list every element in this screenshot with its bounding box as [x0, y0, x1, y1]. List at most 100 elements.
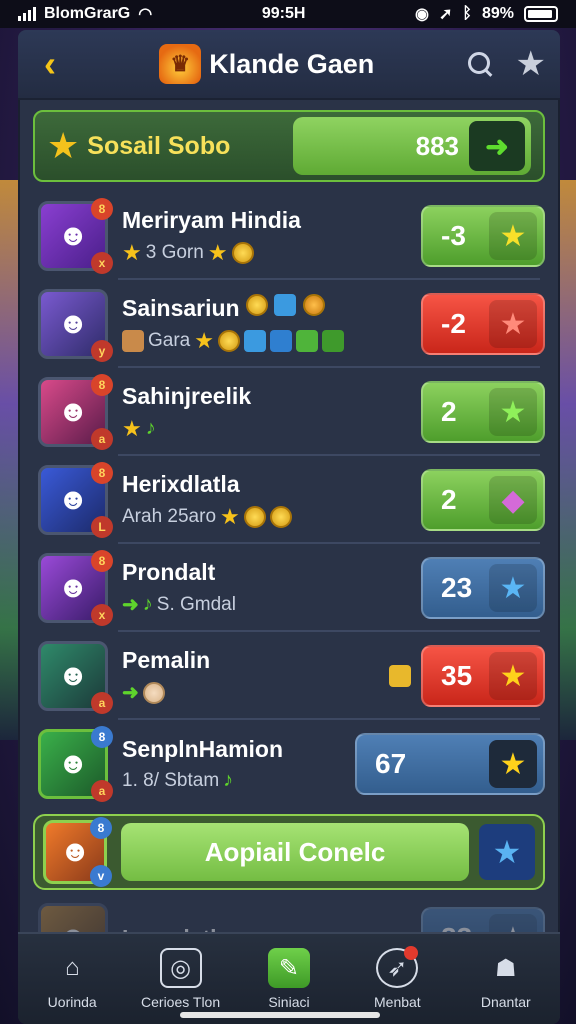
tab-profile[interactable]: ☗ Dnantar [456, 948, 556, 1011]
rank-badge-icon: 8 [91, 550, 113, 572]
leaf-icon: ♪ [142, 593, 153, 615]
player-row[interactable]: ☻ y Sainsariun Gara ★ -2 ★ [18, 280, 560, 368]
avatar: ☻ 8 a [38, 374, 113, 450]
player-row[interactable]: ☻ a Pemalin ➜ 35 ★ [18, 632, 560, 720]
alarm-icon: ◉ [414, 6, 429, 23]
star-icon: ★ [194, 328, 214, 353]
gold-bar-icon [389, 665, 411, 687]
player-subtitle: 1. 8/ Sbtam [122, 769, 220, 791]
tab-camera[interactable]: ◎ Cerioes Tlon [131, 948, 231, 1010]
avatar: ☻ 8 L [38, 462, 113, 538]
coin-icon [269, 505, 292, 528]
tab-bar: ⌂ Uorinda ◎ Cerioes Tlon ✎ Siniaci ➶ Men… [18, 932, 560, 1024]
star-icon[interactable]: ★ [479, 824, 535, 880]
score-box[interactable]: -2 ★ [421, 293, 545, 355]
player-row[interactable]: ☻ 8 x Meriryam Hindia ★ 3 Gorn ★ -3 ★ [18, 192, 560, 280]
blue-cube-icon [243, 330, 266, 352]
player-row[interactable]: ☻ 8 x Prondalt ➜ ♪ S. Gmdal 23 ★ [18, 544, 560, 632]
coin-icon [142, 681, 165, 704]
player-subtitle: Gara [148, 330, 191, 351]
page-title: Klande Gaen [209, 48, 375, 79]
level-badge-icon: x [91, 604, 113, 626]
action-button[interactable]: Aopiail Conelc [121, 823, 469, 881]
avatar: ☻ 8 x [38, 198, 113, 274]
tab-label: Cerioes Tlon [141, 994, 221, 1010]
player-name: Herixdlatla [122, 470, 240, 497]
tab-home[interactable]: ⌂ Uorinda [22, 948, 122, 1010]
score-value: 2 [441, 396, 457, 427]
score-box[interactable]: -3 ★ [421, 205, 545, 267]
star-icon: ★ [489, 388, 537, 436]
score-box[interactable]: 67 ★ [355, 733, 545, 795]
tab-label: Uorinda [47, 994, 97, 1010]
season-go-button[interactable]: ➜ [469, 121, 525, 171]
player-row[interactable]: ☻ 8 L Herixdlatla Arah 25aro ★ 2 ◆ [18, 456, 560, 544]
favorite-star-icon[interactable]: ★ [516, 47, 546, 81]
coin-icon [217, 330, 240, 352]
level-badge-icon: L [91, 516, 113, 538]
arrow-left-icon: ➜ [122, 682, 139, 704]
player-row[interactable]: ☻ 8 a Sahinjreelik ★ ♪ 2 ★ [18, 368, 560, 456]
battery-icon [524, 6, 558, 22]
player-subtitle: S. Gmdal [156, 593, 236, 615]
level-badge-icon: y [91, 340, 113, 362]
player-subtitle: Arah 25aro [122, 505, 217, 527]
rank-badge-icon: 8 [91, 726, 113, 748]
camera-icon: ◎ [159, 948, 202, 988]
level-badge-icon: a [91, 428, 113, 450]
home-icon: ⌂ [64, 954, 80, 981]
blue-cube-icon [269, 330, 292, 352]
blue-cube-icon [274, 294, 297, 316]
clock: 99:5H [261, 5, 306, 22]
level-badge-icon: x [91, 252, 113, 274]
score-box[interactable]: 2 ★ [421, 381, 545, 443]
player-name: Pemalin [122, 647, 211, 673]
coin-icon [231, 241, 254, 264]
star-icon: ★ [489, 652, 537, 700]
location-icon: ➚ [438, 6, 453, 23]
search-icon[interactable] [466, 50, 494, 78]
score-value: 2 [441, 484, 457, 515]
score-value: -3 [441, 220, 466, 251]
signal-icon [18, 7, 36, 21]
avatar: ☻ a [38, 641, 113, 714]
home-indicator[interactable] [180, 1012, 380, 1018]
score-box[interactable]: 23 ★ [421, 557, 545, 619]
season-banner[interactable]: ★ Sosail Sobo 883 ➜ [33, 110, 545, 182]
rank-badge-icon: 8 [91, 374, 113, 396]
profile-icon: ☗ [494, 954, 517, 982]
level-badge-icon: a [91, 692, 113, 714]
score-value: -2 [441, 308, 466, 339]
gem-icon: ◆ [489, 476, 537, 524]
coin-icon [246, 294, 268, 316]
tab-active[interactable]: ✎ Siniaci [239, 948, 339, 1010]
tab-label: Dnantar [480, 994, 531, 1010]
tab-notifications[interactable]: ➶ Menbat [347, 946, 447, 1010]
star-icon: ★ [207, 239, 228, 265]
crown-icon: ♛ [159, 44, 202, 84]
main-panel: ‹ ♛ Klande Gaen ★ ★ Sosail Sobo 883 ➜ ☻ 8… [18, 30, 560, 1024]
action-banner: ☻ 8 v Aopiail Conelc ★ [33, 814, 545, 890]
rocket-icon: ➶ [376, 946, 419, 988]
star-icon: ★ [489, 212, 537, 260]
header: ‹ ♛ Klande Gaen ★ [18, 30, 560, 100]
season-score: 883 [415, 130, 459, 161]
player-name: Meriryam Hindia [122, 206, 301, 233]
score-value: 67 [375, 748, 407, 779]
season-score-box: 883 ➜ [293, 117, 531, 175]
season-label: Sosail Sobo [87, 131, 231, 160]
leaf-icon: ♪ [223, 769, 234, 791]
back-button[interactable]: ‹ [32, 46, 68, 82]
notification-dot [404, 946, 419, 960]
player-row[interactable]: ☻ 8 a SenplnHamion 1. 8/ Sbtam ♪ 67 ★ [18, 720, 560, 808]
green-cube-icon [295, 330, 318, 352]
star-icon: ★ [489, 300, 537, 348]
score-value: 23 [441, 572, 473, 603]
leaf-icon: ✎ [267, 948, 310, 988]
rank-badge-icon: 8 [90, 817, 112, 839]
avatar: ☻ y [38, 289, 113, 362]
crate-icon [122, 330, 144, 352]
score-box[interactable]: 2 ◆ [421, 469, 545, 531]
score-box[interactable]: 35 ★ [421, 645, 545, 707]
coin-icon [243, 505, 266, 528]
